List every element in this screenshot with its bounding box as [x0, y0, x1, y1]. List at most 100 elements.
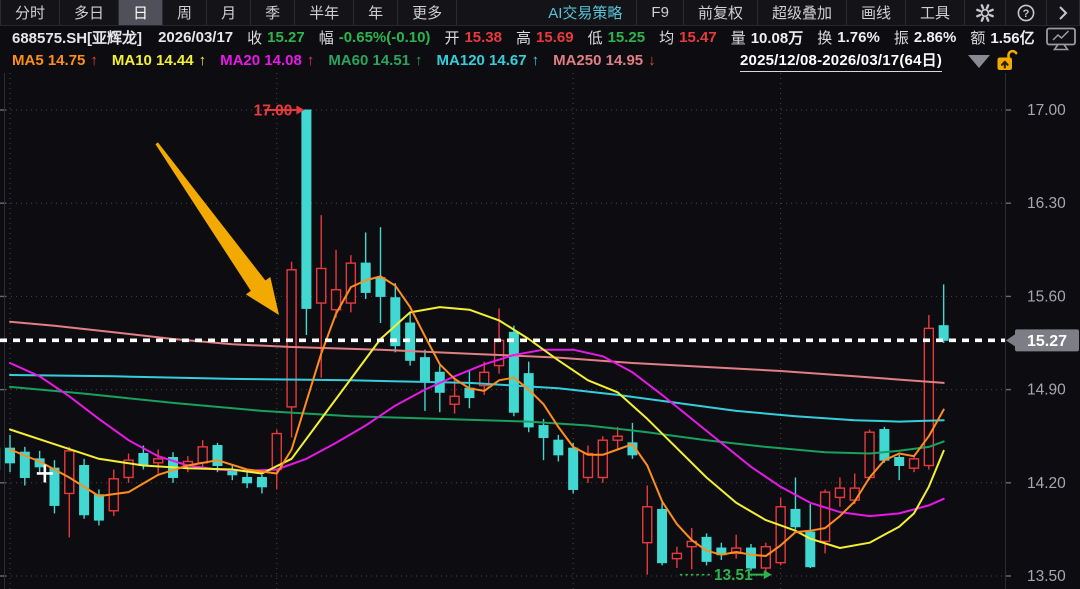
stock-symbol: 688575.SH[亚辉龙]	[12, 27, 142, 48]
candle[interactable]	[554, 435, 563, 462]
quote-field-label: 均	[659, 27, 674, 48]
tab-period-多日[interactable]: 多日	[60, 0, 119, 25]
tab-period-半年[interactable]: 半年	[295, 0, 354, 25]
quote-field-label: 换	[817, 27, 832, 48]
candle[interactable]	[791, 477, 800, 529]
candle[interactable]	[539, 419, 548, 460]
tab-period-分时[interactable]: 分时	[0, 0, 60, 25]
tool-前复权[interactable]: 前复权	[684, 0, 758, 25]
candle[interactable]	[761, 543, 770, 574]
candle[interactable]	[672, 547, 681, 568]
ma-label: MA120 14.67	[437, 52, 527, 69]
quote-fields: 收15.27幅-0.65%(-0.10)开15.38高15.69低15.25均1…	[233, 27, 1034, 48]
arrow-up-icon: ↑	[307, 52, 315, 69]
quote-field-label: 额	[970, 27, 985, 48]
tool-工具[interactable]: 工具	[906, 0, 965, 25]
svg-text:13.50: 13.50	[1027, 568, 1066, 585]
candle[interactable]	[895, 455, 904, 480]
tool-AI交易策略[interactable]: AI交易策略	[534, 0, 637, 25]
candle[interactable]	[732, 535, 741, 559]
ma-bar: MA5 14.75↑MA10 14.44↑MA20 14.08↑MA60 14.…	[0, 48, 1080, 73]
quote-field-value: 15.69	[536, 29, 574, 46]
quote-field-label: 幅	[319, 27, 334, 48]
ma-readout-MA10: MA10 14.44 ↑	[112, 52, 206, 69]
candle[interactable]	[910, 456, 919, 472]
ma-label: MA10 14.44	[112, 52, 194, 69]
candle[interactable]	[658, 503, 667, 566]
candle[interactable]	[154, 450, 163, 474]
drawn-arrow-annotation[interactable]	[156, 142, 280, 315]
quote-field-label: 开	[444, 27, 459, 48]
high-price-annotation: 17.00	[254, 103, 305, 120]
quote-field-value: 15.27	[267, 29, 305, 46]
tool-超级叠加[interactable]: 超级叠加	[758, 0, 847, 25]
candle[interactable]	[643, 485, 652, 574]
svg-text:14.20: 14.20	[1027, 475, 1066, 492]
candle[interactable]	[65, 447, 74, 538]
quote-field-value: 15.47	[679, 29, 717, 46]
candle[interactable]	[628, 423, 637, 459]
ma-readout-MA60: MA60 14.51↑	[328, 52, 422, 69]
candle[interactable]	[939, 284, 948, 343]
candle[interactable]	[287, 262, 296, 438]
candle[interactable]	[717, 543, 726, 560]
candle[interactable]	[124, 454, 133, 483]
quote-field-label: 高	[516, 27, 531, 48]
candle[interactable]	[272, 430, 281, 490]
candle[interactable]	[243, 472, 252, 488]
gridlines	[0, 73, 1011, 589]
quote-field-label: 收	[247, 27, 262, 48]
quote-field-value: 2.86%	[914, 29, 957, 46]
candlesticks[interactable]	[0, 110, 948, 575]
candle[interactable]	[776, 497, 785, 565]
candle[interactable]	[213, 443, 222, 472]
ma-label: MA5 14.75	[12, 52, 85, 69]
candle[interactable]	[835, 477, 844, 506]
candle[interactable]	[435, 366, 444, 413]
candle[interactable]	[6, 435, 15, 472]
gear-icon[interactable]	[965, 0, 1006, 25]
tab-period-日[interactable]: 日	[119, 0, 163, 25]
tool-F9[interactable]: F9	[637, 0, 684, 25]
date-range[interactable]: 2025/12/08-2026/03/17(64日)	[740, 49, 942, 72]
candle[interactable]	[613, 427, 622, 450]
ma-line-ma250	[10, 322, 944, 383]
candle[interactable]	[569, 443, 578, 494]
candlestick-chart[interactable]: 15.2717.0016.3015.6014.9014.2013.5017.00…	[0, 73, 1080, 589]
tab-period-季[interactable]: 季	[251, 0, 295, 25]
tab-period-周[interactable]: 周	[163, 0, 207, 25]
help-icon[interactable]: ?	[1006, 0, 1047, 25]
tab-period-年[interactable]: 年	[354, 0, 398, 25]
candle[interactable]	[880, 427, 889, 463]
candle[interactable]	[20, 447, 29, 486]
quote-field-开: 开 15.38	[444, 27, 502, 48]
candle[interactable]	[346, 255, 355, 312]
quote-field-value: -0.65%(-0.10)	[339, 29, 431, 46]
chevron-right-icon[interactable]	[1047, 0, 1080, 25]
candle[interactable]	[420, 350, 429, 411]
tool-画线[interactable]: 画线	[847, 0, 906, 25]
candle[interactable]	[598, 436, 607, 483]
svg-text:16.30: 16.30	[1027, 195, 1066, 212]
quote-field-value: 10.08万	[751, 27, 804, 48]
ma-label: MA20 14.08	[220, 52, 302, 69]
candle[interactable]	[376, 227, 385, 323]
svg-text:17.00: 17.00	[254, 103, 293, 120]
candle[interactable]	[257, 475, 266, 494]
period-tabs: 分时多日日周月季半年年更多	[0, 0, 457, 25]
tab-period-更多[interactable]: 更多	[398, 0, 457, 25]
quote-field-量: 量10.08万	[731, 27, 804, 48]
ma-line-ma10	[10, 307, 944, 548]
chevron-down-icon[interactable]	[968, 55, 990, 68]
quote-field-value: 15.38	[464, 29, 502, 46]
arrow-up-icon: ↑	[199, 52, 207, 69]
quote-field-value: 1.76%	[837, 29, 880, 46]
quote-date: 2026/03/17	[158, 29, 233, 46]
candle[interactable]	[302, 110, 311, 335]
ma-label: MA250 14.95	[553, 52, 643, 69]
candle[interactable]	[361, 232, 370, 299]
svg-text:15.60: 15.60	[1027, 288, 1066, 305]
candle[interactable]	[687, 528, 696, 569]
candle[interactable]	[583, 446, 592, 483]
tab-period-月[interactable]: 月	[207, 0, 251, 25]
